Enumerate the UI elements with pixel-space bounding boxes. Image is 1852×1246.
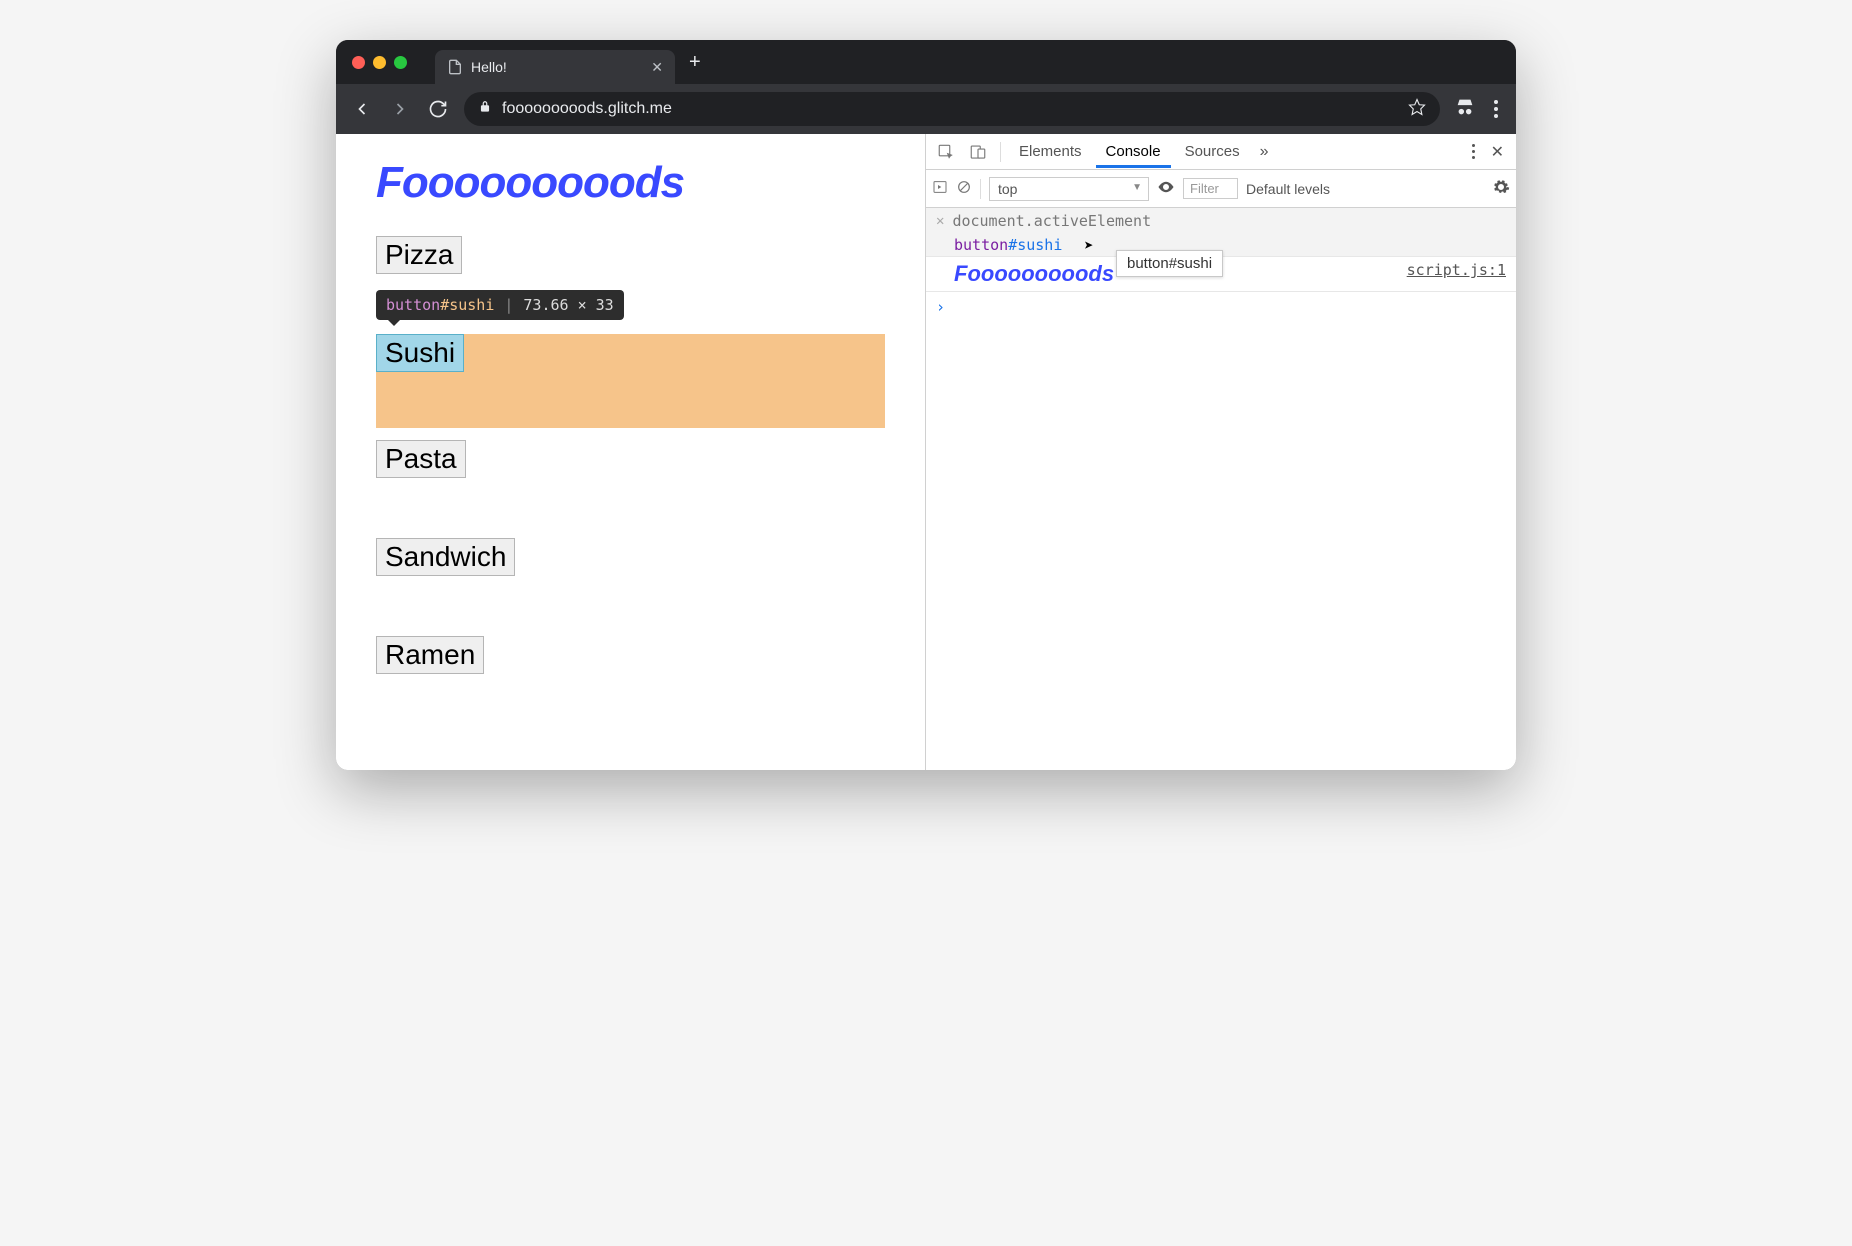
food-row-sandwich: Sandwich	[376, 538, 885, 576]
console-body[interactable]: ✕ document.activeElement button#sushi Fo…	[926, 208, 1516, 770]
new-tab-button[interactable]: +	[675, 51, 715, 74]
console-sidebar-toggle-icon[interactable]	[932, 179, 948, 198]
log-levels[interactable]: Default levels	[1246, 181, 1330, 197]
tooltip-id: #sushi	[440, 296, 494, 314]
page-heading: Fooooooooods	[376, 158, 885, 208]
tooltip-separator: |	[504, 296, 513, 314]
console-prompt[interactable]: ›	[926, 292, 1516, 322]
tab-close-icon[interactable]: ✕	[651, 59, 663, 76]
eager-expression: document.activeElement	[952, 212, 1151, 230]
reload-button[interactable]	[426, 97, 450, 121]
inspect-tooltip: button#sushi | 73.66 × 33	[376, 290, 624, 320]
clear-console-icon[interactable]	[956, 179, 972, 198]
window-zoom-button[interactable]	[394, 56, 407, 69]
result-id: #sushi	[1008, 236, 1062, 254]
food-button-sushi[interactable]: Sushi	[376, 334, 464, 372]
devtools-tabs: Elements Console Sources » ✕	[926, 134, 1516, 170]
window-close-button[interactable]	[352, 56, 365, 69]
inspect-element-icon[interactable]	[932, 143, 960, 161]
devtools-menu-icon[interactable]	[1466, 144, 1481, 159]
tab-title: Hello!	[471, 59, 507, 75]
bookmark-star-icon[interactable]	[1408, 98, 1426, 121]
filter-input[interactable]: Filter	[1183, 178, 1238, 199]
content-area: Fooooooooods Pizza button#sushi | 73.66 …	[336, 134, 1516, 770]
devtools-close-icon[interactable]: ✕	[1485, 142, 1510, 162]
food-row-pasta: Pasta	[376, 440, 885, 478]
browser-menu-button[interactable]	[1490, 100, 1502, 118]
food-row-pizza: Pizza	[376, 236, 885, 274]
food-list: Pizza button#sushi | 73.66 × 33 Sushi Pa…	[376, 236, 885, 734]
devtools-panel: Elements Console Sources » ✕ top Filter …	[926, 134, 1516, 770]
titlebar: Hello! ✕ +	[336, 40, 1516, 84]
tab-sources[interactable]: Sources	[1175, 135, 1250, 168]
address-bar[interactable]: fooooooooods.glitch.me	[464, 92, 1440, 126]
mouse-cursor-icon: ➤	[1084, 236, 1094, 255]
forward-button[interactable]	[388, 97, 412, 121]
url-text: fooooooooods.glitch.me	[502, 100, 1398, 118]
tooltip-dimensions: 73.66 × 33	[523, 296, 613, 314]
food-row-sushi: button#sushi | 73.66 × 33 Sushi	[376, 334, 885, 428]
tab-elements[interactable]: Elements	[1009, 135, 1092, 168]
back-button[interactable]	[350, 97, 374, 121]
hover-tooltip: button#sushi	[1116, 250, 1223, 277]
web-page: Fooooooooods Pizza button#sushi | 73.66 …	[336, 134, 926, 770]
window-minimize-button[interactable]	[373, 56, 386, 69]
food-button-pizza[interactable]: Pizza	[376, 236, 462, 274]
tooltip-tag: button	[386, 296, 440, 314]
log-message: Fooooooooods	[954, 261, 1114, 287]
filter-placeholder: Filter	[1190, 181, 1219, 196]
browser-toolbar: fooooooooods.glitch.me	[336, 84, 1516, 134]
result-tag: button	[954, 236, 1008, 254]
food-button-ramen[interactable]: Ramen	[376, 636, 484, 674]
food-button-sandwich[interactable]: Sandwich	[376, 538, 515, 576]
divider	[1000, 142, 1001, 162]
more-tabs-icon[interactable]: »	[1254, 143, 1275, 161]
context-value: top	[998, 181, 1017, 197]
log-source-link[interactable]: script.js:1	[1407, 261, 1506, 287]
page-icon	[447, 59, 463, 75]
food-button-pasta[interactable]: Pasta	[376, 440, 466, 478]
live-expression-icon[interactable]	[1157, 178, 1175, 199]
context-selector[interactable]: top	[989, 177, 1149, 201]
traffic-lights	[352, 56, 407, 69]
incognito-icon[interactable]	[1454, 96, 1476, 123]
console-settings-icon[interactable]	[1492, 178, 1510, 199]
close-eager-icon[interactable]: ✕	[936, 212, 944, 229]
browser-tab[interactable]: Hello! ✕	[435, 50, 675, 84]
divider	[980, 179, 981, 199]
tab-console[interactable]: Console	[1096, 135, 1171, 168]
eager-eval-row: ✕ document.activeElement	[926, 208, 1516, 234]
lock-icon	[478, 100, 492, 119]
food-row-ramen: Ramen	[376, 636, 885, 674]
device-toolbar-icon[interactable]	[964, 143, 992, 161]
browser-window: Hello! ✕ + fooooooooods.glitch.me Fooooo…	[336, 40, 1516, 770]
console-toolbar: top Filter Default levels	[926, 170, 1516, 208]
